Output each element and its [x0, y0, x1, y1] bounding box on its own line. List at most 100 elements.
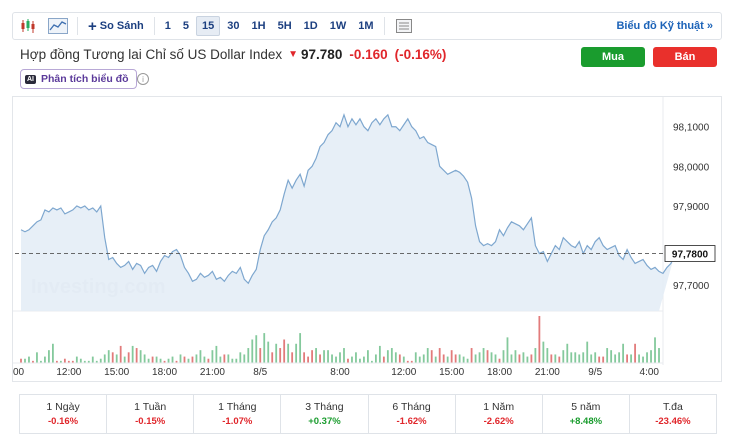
- period-label: 5 năm: [571, 401, 601, 413]
- instrument-header: Hợp đồng Tương lai Chỉ số US Dollar Inde…: [20, 47, 446, 62]
- volume-bar: [211, 350, 214, 363]
- volume-bar: [638, 354, 640, 363]
- volume-bar: [335, 356, 337, 363]
- y-tick-label: 97,9000: [673, 202, 710, 213]
- sell-button[interactable]: Bán: [653, 47, 717, 67]
- volume-bar: [167, 358, 170, 363]
- volume-bar: [550, 354, 553, 363]
- x-tick-label: 12:00: [391, 367, 416, 378]
- period-cell[interactable]: 1 Năm -2.62%: [456, 395, 543, 433]
- price-area: [21, 114, 675, 311]
- price-chart[interactable]: Investing.com97,780098,100098,000097,900…: [12, 96, 722, 382]
- volume-bar: [642, 356, 644, 363]
- compare-label: So Sánh: [99, 20, 144, 32]
- volume-bar: [442, 354, 445, 363]
- volume-bar: [650, 350, 652, 363]
- volume-bar: [418, 356, 421, 363]
- volume-bar: [502, 350, 505, 363]
- period-cell[interactable]: 3 Tháng +0.37%: [281, 395, 369, 433]
- volume-bar: [558, 356, 561, 363]
- volume-bar: [598, 356, 601, 363]
- volume-bar: [498, 358, 501, 363]
- chart-canvas[interactable]: Investing.com97,780098,100098,000097,900…: [13, 97, 721, 381]
- interval-5h[interactable]: 5H: [273, 17, 297, 35]
- volume-bar: [582, 352, 585, 363]
- x-tick-label: 18:00: [487, 367, 512, 378]
- period-label: 1 Tháng: [218, 401, 257, 413]
- compare-button[interactable]: + So Sánh: [82, 18, 150, 35]
- volume-bar: [522, 352, 525, 363]
- volume-bar: [506, 337, 509, 363]
- volume-bar: [534, 348, 537, 363]
- interval-5[interactable]: 5: [178, 17, 194, 35]
- period-cell[interactable]: 5 năm +8.48%: [543, 395, 630, 433]
- volume-bar: [75, 356, 78, 363]
- period-cell[interactable]: 1 Tháng -1.07%: [194, 395, 282, 433]
- period-cell[interactable]: T.đa -23.46%: [630, 395, 716, 433]
- chart-analysis-button[interactable]: AI Phân tích biểu đồ: [20, 69, 137, 89]
- info-icon[interactable]: i: [137, 73, 149, 85]
- volume-bar: [446, 356, 449, 363]
- interval-30[interactable]: 30: [222, 17, 244, 35]
- volume-bar: [36, 352, 38, 363]
- volume-bar: [28, 356, 30, 363]
- volume-bar: [554, 354, 557, 363]
- volume-bar: [382, 356, 385, 363]
- volume-bar: [514, 350, 517, 363]
- interval-15[interactable]: 15: [196, 16, 221, 36]
- period-value: -1.62%: [396, 416, 427, 427]
- volume-bar: [594, 352, 597, 363]
- advanced-chart-link[interactable]: Biểu đồ Kỹ thuật »: [616, 20, 721, 32]
- volume-bar: [267, 341, 270, 363]
- area-chart-icon[interactable]: [43, 13, 73, 39]
- volume-bar: [111, 352, 114, 363]
- volume-bar: [386, 350, 389, 363]
- interval-1h[interactable]: 1H: [247, 17, 271, 35]
- volume-bar: [470, 348, 473, 363]
- volume-bar: [450, 350, 453, 363]
- ai-badge-icon: AI: [25, 74, 36, 84]
- volume-bar: [343, 348, 345, 363]
- volume-bar: [546, 348, 549, 363]
- period-label: T.đa: [663, 401, 683, 413]
- buy-button[interactable]: Mua: [581, 47, 645, 67]
- x-tick-label: 18:00: [152, 367, 177, 378]
- volume-bar: [426, 348, 429, 363]
- volume-bar: [155, 356, 158, 363]
- volume-bar: [566, 343, 569, 363]
- interval-1[interactable]: 1: [160, 17, 176, 35]
- volume-bar: [119, 345, 122, 363]
- period-label: 1 Ngày: [46, 401, 80, 413]
- volume-bar: [171, 356, 174, 363]
- period-value: +0.37%: [308, 416, 341, 427]
- period-cell[interactable]: 1 Ngày -0.16%: [20, 395, 108, 433]
- volume-bar: [251, 339, 254, 363]
- volume-bar: [327, 350, 329, 363]
- period-cell[interactable]: 1 Tuần -0.15%: [107, 395, 195, 433]
- period-cell[interactable]: 6 Tháng -1.62%: [369, 395, 456, 433]
- price-change-pct: (-0.16%): [394, 47, 447, 62]
- volume-bar: [315, 348, 317, 363]
- indicator-menu-icon[interactable]: [389, 13, 419, 39]
- volume-bar: [562, 350, 565, 363]
- volume-bar: [303, 352, 306, 363]
- volume-bar: [159, 358, 162, 363]
- candlestick-icon[interactable]: [13, 13, 43, 39]
- interval-1m[interactable]: 1M: [353, 17, 378, 35]
- volume-bar: [243, 354, 246, 363]
- interval-1w[interactable]: 1W: [325, 17, 352, 35]
- volume-bar: [183, 356, 186, 363]
- volume-bar: [44, 356, 46, 363]
- volume-bar: [239, 352, 242, 363]
- volume-bar: [48, 350, 50, 363]
- interval-1d[interactable]: 1D: [299, 17, 323, 35]
- toolbar-divider: [383, 17, 385, 35]
- volume-bar: [247, 348, 250, 363]
- volume-bar: [570, 352, 573, 363]
- toolbar-divider: [153, 17, 155, 35]
- volume-bar: [414, 352, 417, 363]
- price-change: -0.160: [349, 47, 388, 62]
- volume-bar: [430, 350, 433, 363]
- last-price-label: 97,7800: [672, 250, 709, 261]
- volume-bar: [215, 345, 218, 363]
